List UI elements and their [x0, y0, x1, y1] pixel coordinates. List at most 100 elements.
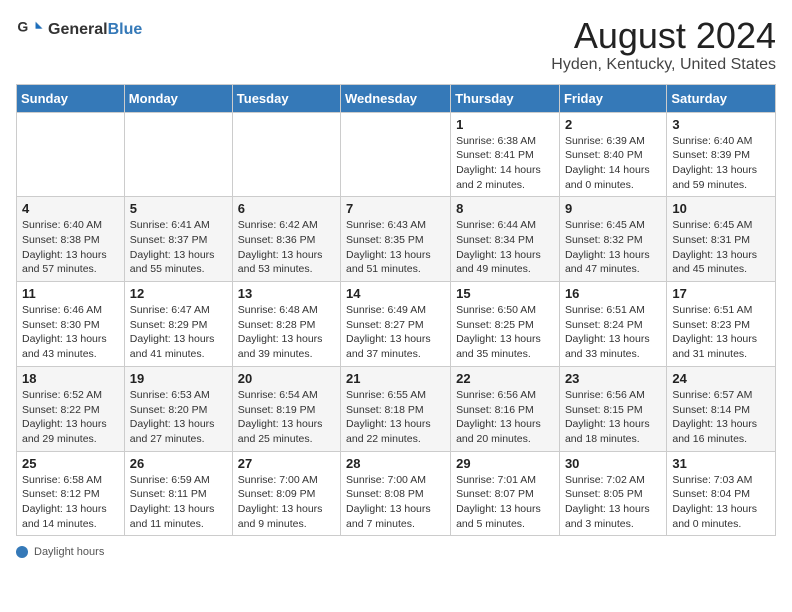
- calendar-cell: 4 Sunrise: 6:40 AM Sunset: 8:38 PM Daylig…: [17, 197, 125, 282]
- day-info: Sunrise: 7:00 AM Sunset: 8:09 PM Dayligh…: [238, 473, 335, 532]
- calendar-cell: 5Sunrise: 6:41 AM Sunset: 8:37 PM Daylig…: [124, 197, 232, 282]
- calendar-cell: 27 Sunrise: 7:00 AM Sunset: 8:09 PM Dayli…: [232, 451, 340, 536]
- page-title: August 2024: [551, 16, 776, 56]
- calendar-header-row: SundayMondayTuesdayWednesdayThursdayFrid…: [17, 84, 776, 112]
- column-header-sunday: Sunday: [17, 84, 125, 112]
- page-subtitle: Hyden, Kentucky, United States: [551, 56, 776, 74]
- day-info: Sunrise: 6:45 AM Sunset: 8:32 PM Dayligh…: [565, 218, 661, 277]
- day-info: Sunrise: 6:56 AM Sunset: 8:15 PM Dayligh…: [565, 388, 661, 447]
- calendar-cell: 13 Sunrise: 6:48 AM Sunset: 8:28 PM Dayli…: [232, 282, 340, 367]
- calendar-cell: [124, 112, 232, 197]
- day-info: Sunrise: 6:55 AM Sunset: 8:18 PM Dayligh…: [346, 388, 445, 447]
- day-info: Sunrise: 6:38 AM Sunset: 8:41 PM Dayligh…: [456, 134, 554, 193]
- calendar-cell: 9 Sunrise: 6:45 AM Sunset: 8:32 PM Daylig…: [559, 197, 666, 282]
- calendar-table: SundayMondayTuesdayWednesdayThursdayFrid…: [16, 84, 776, 537]
- calendar-cell: 7 Sunrise: 6:43 AM Sunset: 8:35 PM Daylig…: [341, 197, 451, 282]
- calendar-cell: 22Sunrise: 6:56 AM Sunset: 8:16 PM Dayli…: [451, 366, 560, 451]
- calendar-cell: 25 Sunrise: 6:58 AM Sunset: 8:12 PM Dayli…: [17, 451, 125, 536]
- day-info: Sunrise: 6:59 AM Sunset: 8:11 PM Dayligh…: [130, 473, 227, 532]
- day-number: 25: [22, 456, 119, 471]
- day-info: Sunrise: 6:40 AM Sunset: 8:38 PM Dayligh…: [22, 218, 119, 277]
- day-info: Sunrise: 6:51 AM Sunset: 8:23 PM Dayligh…: [672, 303, 770, 362]
- title-block: August 2024 Hyden, Kentucky, United Stat…: [551, 16, 776, 74]
- day-info: Sunrise: 6:39 AM Sunset: 8:40 PM Dayligh…: [565, 134, 661, 193]
- calendar-cell: 2Sunrise: 6:39 AM Sunset: 8:40 PM Daylig…: [559, 112, 666, 197]
- logo: G GeneralBlue: [16, 16, 142, 44]
- calendar-cell: 1 Sunrise: 6:38 AM Sunset: 8:41 PM Daylig…: [451, 112, 560, 197]
- calendar-week-row: 1 Sunrise: 6:38 AM Sunset: 8:41 PM Daylig…: [17, 112, 776, 197]
- day-info: Sunrise: 7:01 AM Sunset: 8:07 PM Dayligh…: [456, 473, 554, 532]
- calendar-cell: 12Sunrise: 6:47 AM Sunset: 8:29 PM Dayli…: [124, 282, 232, 367]
- day-number: 17: [672, 286, 770, 301]
- day-info: Sunrise: 7:02 AM Sunset: 8:05 PM Dayligh…: [565, 473, 661, 532]
- day-number: 22: [456, 371, 554, 386]
- logo-text: GeneralBlue: [48, 21, 142, 39]
- column-header-tuesday: Tuesday: [232, 84, 340, 112]
- day-info: Sunrise: 6:43 AM Sunset: 8:35 PM Dayligh…: [346, 218, 445, 277]
- svg-text:G: G: [17, 18, 28, 34]
- column-header-saturday: Saturday: [667, 84, 776, 112]
- day-info: Sunrise: 6:42 AM Sunset: 8:36 PM Dayligh…: [238, 218, 335, 277]
- calendar-cell: 3Sunrise: 6:40 AM Sunset: 8:39 PM Daylig…: [667, 112, 776, 197]
- day-info: Sunrise: 6:49 AM Sunset: 8:27 PM Dayligh…: [346, 303, 445, 362]
- day-number: 8: [456, 201, 554, 216]
- logo-blue: Blue: [108, 21, 143, 38]
- day-info: Sunrise: 6:40 AM Sunset: 8:39 PM Dayligh…: [672, 134, 770, 193]
- calendar-cell: [232, 112, 340, 197]
- daylight-label: Daylight hours: [34, 546, 104, 558]
- calendar-cell: 16Sunrise: 6:51 AM Sunset: 8:24 PM Dayli…: [559, 282, 666, 367]
- day-info: Sunrise: 6:53 AM Sunset: 8:20 PM Dayligh…: [130, 388, 227, 447]
- day-info: Sunrise: 6:52 AM Sunset: 8:22 PM Dayligh…: [22, 388, 119, 447]
- calendar-cell: 19 Sunrise: 6:53 AM Sunset: 8:20 PM Dayli…: [124, 366, 232, 451]
- day-number: 26: [130, 456, 227, 471]
- day-number: 23: [565, 371, 661, 386]
- day-number: 29: [456, 456, 554, 471]
- logo-general: General: [48, 21, 108, 38]
- column-header-thursday: Thursday: [451, 84, 560, 112]
- daylight-dot: [16, 546, 28, 558]
- calendar-week-row: 11 Sunrise: 6:46 AM Sunset: 8:30 PM Dayli…: [17, 282, 776, 367]
- calendar-cell: 28 Sunrise: 7:00 AM Sunset: 8:08 PM Dayli…: [341, 451, 451, 536]
- calendar-cell: 31 Sunrise: 7:03 AM Sunset: 8:04 PM Dayli…: [667, 451, 776, 536]
- day-info: Sunrise: 6:48 AM Sunset: 8:28 PM Dayligh…: [238, 303, 335, 362]
- calendar-week-row: 25 Sunrise: 6:58 AM Sunset: 8:12 PM Dayli…: [17, 451, 776, 536]
- day-info: Sunrise: 7:00 AM Sunset: 8:08 PM Dayligh…: [346, 473, 445, 532]
- day-number: 30: [565, 456, 661, 471]
- day-number: 10: [672, 201, 770, 216]
- calendar-cell: 30 Sunrise: 7:02 AM Sunset: 8:05 PM Dayli…: [559, 451, 666, 536]
- page-header: G GeneralBlue August 2024 Hyden, Kentuck…: [16, 16, 776, 74]
- day-info: Sunrise: 7:03 AM Sunset: 8:04 PM Dayligh…: [672, 473, 770, 532]
- day-info: Sunrise: 6:57 AM Sunset: 8:14 PM Dayligh…: [672, 388, 770, 447]
- day-info: Sunrise: 6:41 AM Sunset: 8:37 PM Dayligh…: [130, 218, 227, 277]
- day-number: 7: [346, 201, 445, 216]
- day-number: 24: [672, 371, 770, 386]
- day-number: 4: [22, 201, 119, 216]
- calendar-cell: 8Sunrise: 6:44 AM Sunset: 8:34 PM Daylig…: [451, 197, 560, 282]
- day-number: 14: [346, 286, 445, 301]
- calendar-cell: 10Sunrise: 6:45 AM Sunset: 8:31 PM Dayli…: [667, 197, 776, 282]
- calendar-cell: 6Sunrise: 6:42 AM Sunset: 8:36 PM Daylig…: [232, 197, 340, 282]
- day-info: Sunrise: 6:47 AM Sunset: 8:29 PM Dayligh…: [130, 303, 227, 362]
- day-info: Sunrise: 6:46 AM Sunset: 8:30 PM Dayligh…: [22, 303, 119, 362]
- day-info: Sunrise: 6:50 AM Sunset: 8:25 PM Dayligh…: [456, 303, 554, 362]
- footer: Daylight hours: [16, 546, 776, 558]
- calendar-week-row: 18Sunrise: 6:52 AM Sunset: 8:22 PM Dayli…: [17, 366, 776, 451]
- day-number: 1: [456, 117, 554, 132]
- calendar-cell: [17, 112, 125, 197]
- day-number: 9: [565, 201, 661, 216]
- day-number: 19: [130, 371, 227, 386]
- day-number: 15: [456, 286, 554, 301]
- day-number: 31: [672, 456, 770, 471]
- calendar-cell: 17 Sunrise: 6:51 AM Sunset: 8:23 PM Dayli…: [667, 282, 776, 367]
- column-header-friday: Friday: [559, 84, 666, 112]
- day-info: Sunrise: 6:58 AM Sunset: 8:12 PM Dayligh…: [22, 473, 119, 532]
- calendar-cell: 20 Sunrise: 6:54 AM Sunset: 8:19 PM Dayli…: [232, 366, 340, 451]
- day-number: 20: [238, 371, 335, 386]
- calendar-cell: 21Sunrise: 6:55 AM Sunset: 8:18 PM Dayli…: [341, 366, 451, 451]
- day-info: Sunrise: 6:54 AM Sunset: 8:19 PM Dayligh…: [238, 388, 335, 447]
- day-number: 27: [238, 456, 335, 471]
- day-number: 28: [346, 456, 445, 471]
- day-number: 11: [22, 286, 119, 301]
- calendar-cell: 11 Sunrise: 6:46 AM Sunset: 8:30 PM Dayli…: [17, 282, 125, 367]
- day-number: 13: [238, 286, 335, 301]
